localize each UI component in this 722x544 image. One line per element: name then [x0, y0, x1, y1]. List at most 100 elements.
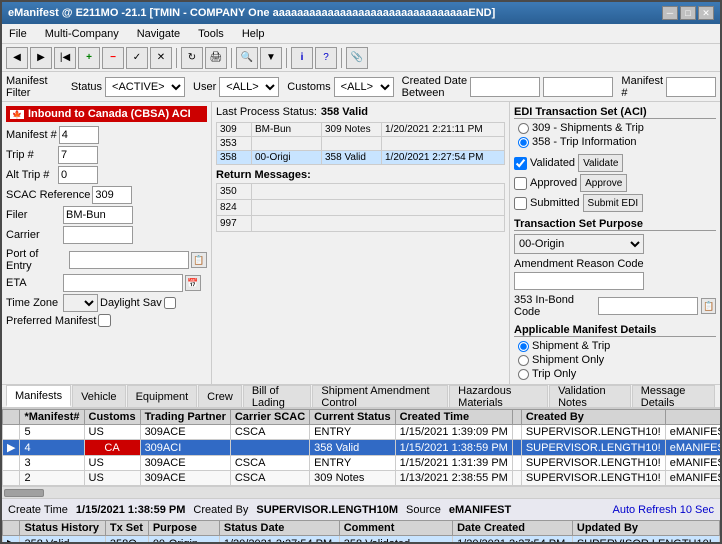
- bond-icon[interactable]: 📋: [701, 298, 716, 314]
- amendment-input[interactable]: [514, 272, 644, 290]
- created-date-from[interactable]: [470, 77, 540, 97]
- validate-button[interactable]: Validate: [578, 154, 623, 172]
- edi-row-1[interactable]: 309 BM-Bun 309 Notes 1/20/2021 2:21:11 P…: [217, 123, 505, 137]
- search-button[interactable]: 🔍: [236, 47, 258, 69]
- manifest-num-input[interactable]: [666, 77, 716, 97]
- maximize-button[interactable]: □: [680, 6, 696, 20]
- minimize-button[interactable]: ─: [662, 6, 678, 20]
- manifests-scrollbar[interactable]: [2, 486, 720, 498]
- status-select[interactable]: <ACTIVE>: [105, 77, 185, 97]
- carrier-2: CSCA: [230, 471, 309, 486]
- auto-refresh[interactable]: Auto Refresh 10 Sec: [612, 504, 714, 516]
- menu-navigate[interactable]: Navigate: [134, 27, 183, 41]
- edi-radio-309[interactable]: [518, 123, 529, 134]
- menu-help[interactable]: Help: [239, 27, 268, 41]
- tab-vehicle[interactable]: Vehicle: [72, 385, 125, 407]
- tab-hazardous[interactable]: Hazardous Materials: [449, 385, 548, 407]
- tx-purpose-select[interactable]: 00-Origin: [514, 234, 644, 254]
- validated-label: Validated: [530, 157, 575, 169]
- port-icon[interactable]: 📋: [191, 252, 207, 268]
- edi-val-3: 358 Valid: [322, 151, 382, 165]
- customs-5: US: [84, 425, 140, 440]
- scac-input[interactable]: [92, 186, 132, 204]
- port-input[interactable]: [69, 251, 189, 269]
- edi-row-3[interactable]: 358 00-Origi 358 Valid 1/20/2021 2:27:54…: [217, 151, 505, 165]
- approved-checkbox[interactable]: [514, 177, 527, 190]
- partner-4: 309ACI: [140, 440, 230, 456]
- refresh-button[interactable]: ↻: [181, 47, 203, 69]
- eta-calendar-icon[interactable]: 📅: [185, 275, 201, 291]
- menu-file[interactable]: File: [6, 27, 30, 41]
- user-select[interactable]: <ALL>: [219, 77, 279, 97]
- forward-button[interactable]: ▶: [30, 47, 52, 69]
- history-row-1[interactable]: ▶ 358 Valid 358O 00-Origin 1/20/2021 2:2…: [3, 536, 720, 543]
- arrow-4: ▶: [3, 440, 20, 456]
- sp1-4: [512, 440, 521, 456]
- menu-tools[interactable]: Tools: [195, 27, 227, 41]
- manifest-input[interactable]: [59, 126, 99, 144]
- attach-button[interactable]: 📎: [346, 47, 368, 69]
- carrier-input[interactable]: [63, 226, 133, 244]
- minus-button[interactable]: −: [102, 47, 124, 69]
- top-section: 🍁 Inbound to Canada (CBSA) ACI Manifest …: [2, 102, 720, 385]
- create-time-label: Create Time: [8, 504, 68, 516]
- trip-input[interactable]: [58, 146, 98, 164]
- filer-input[interactable]: [63, 206, 133, 224]
- timezone-select[interactable]: [63, 294, 98, 312]
- eta-label: ETA: [6, 277, 61, 289]
- first-button[interactable]: |◀: [54, 47, 76, 69]
- tx-purpose-section: Transaction Set Purpose 00-Origin: [514, 218, 716, 254]
- pref-manifest-checkbox[interactable]: [98, 314, 111, 327]
- manifests-scrollbar-thumb[interactable]: [4, 489, 44, 497]
- status-5: ENTRY: [310, 425, 395, 440]
- col-created-by: Created By: [521, 410, 665, 425]
- col-customs: Customs: [84, 410, 140, 425]
- applicable-radio-shipment-trip[interactable]: [518, 341, 529, 352]
- validated-row: Validated Validate: [514, 154, 716, 172]
- add-button[interactable]: +: [78, 47, 100, 69]
- customs-select[interactable]: <ALL>: [334, 77, 394, 97]
- submit-edi-button[interactable]: Submit EDI: [583, 194, 644, 212]
- edi-radio-358[interactable]: [518, 137, 529, 148]
- applicable-radio-trip-only[interactable]: [518, 369, 529, 380]
- partner-5: 309ACE: [140, 425, 230, 440]
- tab-equipment[interactable]: Equipment: [127, 385, 198, 407]
- menu-multicompany[interactable]: Multi-Company: [42, 27, 122, 41]
- tab-crew[interactable]: Crew: [198, 385, 242, 407]
- manifest-row-3[interactable]: 3 US 309ACE CSCA ENTRY 1/15/2021 1:31:39…: [3, 456, 721, 471]
- eta-input[interactable]: [63, 274, 183, 292]
- info-button[interactable]: i: [291, 47, 313, 69]
- bond-label: 353 In-Bond Code: [514, 294, 595, 318]
- tab-manifests[interactable]: Manifests: [6, 385, 71, 407]
- filter-button[interactable]: ▼: [260, 47, 282, 69]
- alt-trip-input[interactable]: [58, 166, 98, 184]
- manifest-row-5[interactable]: 5 US 309ACE CSCA ENTRY 1/15/2021 1:39:09…: [3, 425, 721, 440]
- help-button[interactable]: ?: [315, 47, 337, 69]
- process-value: 358 Valid: [321, 106, 368, 118]
- tab-bill-of-lading[interactable]: Bill of Lading: [243, 385, 312, 407]
- tab-message-details[interactable]: Message Details: [632, 385, 715, 407]
- carrier-4: [230, 440, 309, 456]
- applicable-radio-shipment-only[interactable]: [518, 355, 529, 366]
- daylight-checkbox[interactable]: [164, 297, 176, 309]
- close-button[interactable]: ✕: [698, 6, 714, 20]
- sp2-5: eMANIFEST: [665, 425, 720, 440]
- edi-tx-2: 353: [217, 137, 252, 151]
- manifest-row-4[interactable]: ▶ 4 CA 309ACI 358 Valid 1/15/2021 1:38:5…: [3, 440, 721, 456]
- approve-button[interactable]: Approve: [580, 174, 627, 192]
- bond-input[interactable]: [598, 297, 698, 315]
- edi-row-2[interactable]: 353: [217, 137, 505, 151]
- tab-validation-notes[interactable]: Validation Notes: [549, 385, 631, 407]
- x-button[interactable]: ✕: [150, 47, 172, 69]
- submitted-checkbox[interactable]: [514, 197, 527, 210]
- created-date-to[interactable]: [543, 77, 613, 97]
- tab-shipment-amendment[interactable]: Shipment Amendment Control: [312, 385, 448, 407]
- check-button[interactable]: ✓: [126, 47, 148, 69]
- carrier-5: CSCA: [230, 425, 309, 440]
- back-button[interactable]: ◀: [6, 47, 28, 69]
- manifest-row-2[interactable]: 2 US 309ACE CSCA 309 Notes 1/13/2021 2:3…: [3, 471, 721, 486]
- print-button[interactable]: 🖨: [205, 47, 227, 69]
- validated-checkbox[interactable]: [514, 157, 527, 170]
- hist-col-comment: Comment: [339, 521, 452, 536]
- hist-col-status: Status History: [20, 521, 105, 536]
